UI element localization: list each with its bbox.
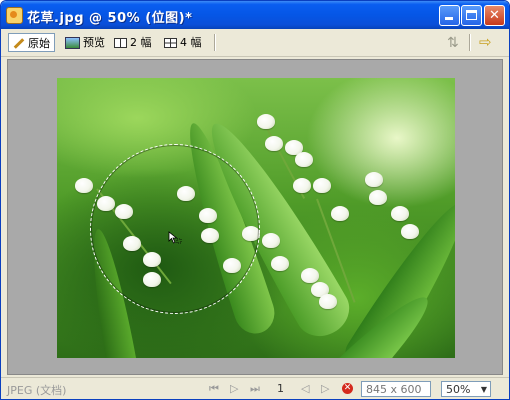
flower-bell	[365, 172, 383, 187]
tab-2-up[interactable]: 2 幅	[110, 33, 156, 52]
image-dimensions: 845 x 600	[361, 381, 431, 397]
flower-bell	[75, 178, 93, 193]
close-button[interactable]: ✕	[484, 5, 505, 26]
next-frame-icon[interactable]: ▷	[321, 382, 329, 395]
flower-bell	[262, 233, 280, 248]
flower-bell	[293, 178, 311, 193]
document-format: JPEG (文档)	[7, 384, 67, 397]
zoom-value: 50%	[446, 383, 471, 396]
toolbar-divider	[469, 34, 471, 51]
flower-bell	[313, 178, 331, 193]
tab-original[interactable]: 原始	[8, 33, 55, 52]
tab-original-label: 原始	[28, 37, 50, 50]
flower-bell	[301, 268, 319, 283]
tab-4-up[interactable]: 4 幅	[160, 33, 206, 52]
window-title: 花草.jpg @ 50% (位图)*	[27, 11, 193, 26]
title-bar[interactable]: 花草.jpg @ 50% (位图)* ✕	[1, 1, 509, 29]
status-bar: JPEG (文档) ⏮ ▷ ⏭ 1 ◁ ▷ ✕ 845 x 600 50% ▼	[1, 377, 509, 399]
marquee-cursor-icon	[168, 231, 182, 244]
frame-number: 1	[277, 382, 284, 395]
prev-frame-icon[interactable]: ◁	[301, 382, 309, 395]
flower-bell	[257, 114, 275, 129]
export-arrow-icon[interactable]: ⇨	[479, 33, 492, 51]
flower-bell	[391, 206, 409, 221]
two-panel-icon	[114, 38, 127, 48]
document-window: 花草.jpg @ 50% (位图)* ✕ 原始 预览 2 幅 4 幅 ⇅ ⇨ J…	[0, 0, 510, 400]
flower-bell	[295, 152, 313, 167]
stop-icon[interactable]: ✕	[342, 383, 353, 394]
maximize-button[interactable]	[461, 5, 482, 26]
flower-bell	[401, 224, 419, 239]
flower-bell	[331, 206, 349, 221]
tab-preview-label: 预览	[83, 36, 105, 49]
flower-bell	[265, 136, 283, 151]
last-frame-icon[interactable]: ⏭	[250, 382, 260, 396]
play-icon[interactable]: ▷	[230, 382, 238, 395]
minimize-button[interactable]	[439, 5, 460, 26]
view-toolbar: 原始 预览 2 幅 4 幅 ⇅ ⇨	[1, 29, 509, 57]
toolbar-divider	[214, 34, 216, 51]
zoom-select[interactable]: 50% ▼	[441, 381, 491, 397]
first-frame-icon[interactable]: ⏮	[209, 382, 219, 396]
chevron-down-icon: ▼	[480, 385, 487, 394]
elliptical-marquee-selection[interactable]	[90, 144, 260, 314]
app-icon[interactable]	[6, 7, 23, 24]
flower-bell	[271, 256, 289, 271]
four-panel-icon	[164, 38, 177, 48]
preview-icon	[65, 37, 80, 49]
tab-4-up-label: 4 幅	[180, 36, 202, 49]
flower-bell	[319, 294, 337, 309]
flower-bell	[369, 190, 387, 205]
pencil-icon	[13, 37, 25, 49]
tab-2-up-label: 2 幅	[130, 36, 152, 49]
sort-arrows-icon[interactable]: ⇅	[447, 35, 459, 51]
tab-preview[interactable]: 预览	[61, 33, 109, 52]
